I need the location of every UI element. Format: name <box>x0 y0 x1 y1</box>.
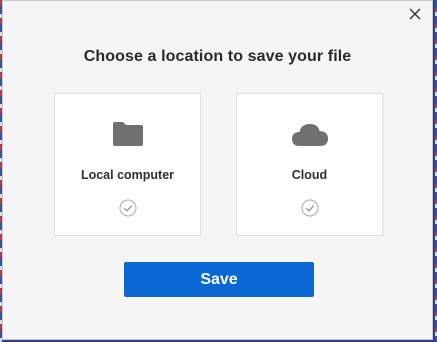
save-button[interactable]: Save <box>124 262 314 297</box>
folder-icon <box>112 121 144 152</box>
check-circle-icon <box>119 199 137 222</box>
check-circle-icon <box>301 199 319 222</box>
option-label-local-computer: Local computer <box>80 168 175 182</box>
cloud-icon <box>291 121 329 152</box>
option-label-cloud: Cloud <box>291 168 328 182</box>
option-card-local-computer[interactable]: Local computer <box>54 93 201 236</box>
option-check-local-computer <box>119 199 137 222</box>
close-icon <box>409 7 421 25</box>
save-location-dialog: Choose a location to save your file Loca… <box>2 0 433 340</box>
close-button[interactable] <box>406 7 424 25</box>
dialog-title: Choose a location to save your file <box>83 48 352 65</box>
option-check-cloud <box>301 199 319 222</box>
option-card-cloud[interactable]: Cloud <box>236 93 383 236</box>
